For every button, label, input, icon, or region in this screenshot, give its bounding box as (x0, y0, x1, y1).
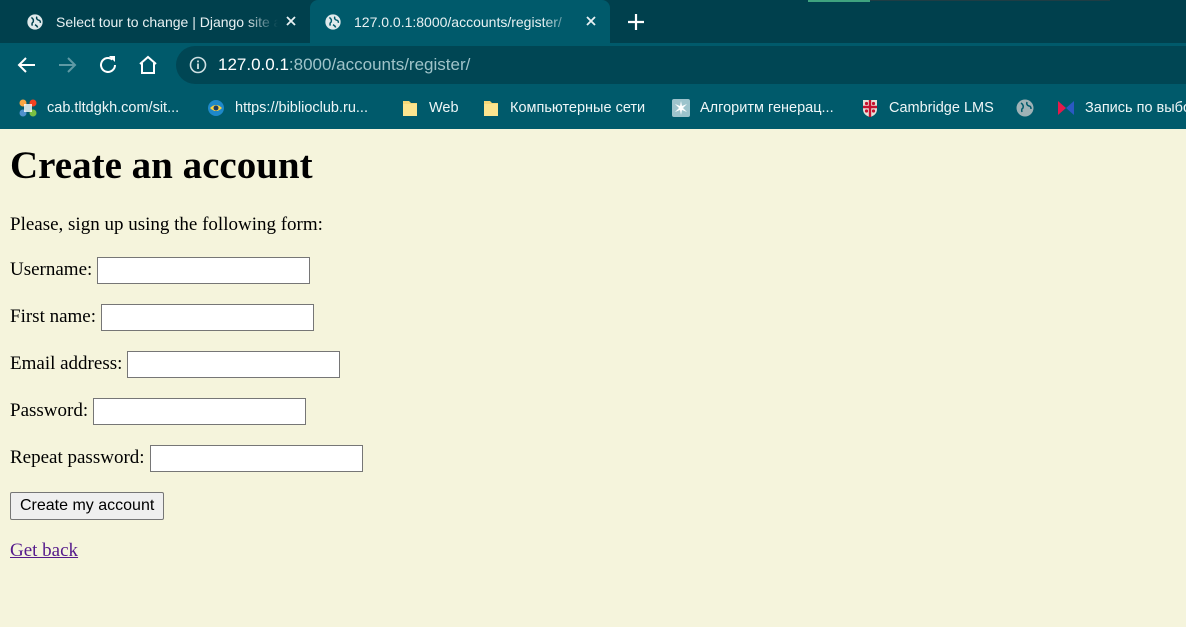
first-name-field[interactable] (101, 303, 315, 331)
tab-register[interactable]: 127.0.0.1:8000/accounts/register/ (310, 0, 610, 43)
home-icon[interactable] (136, 53, 160, 77)
username-field[interactable] (97, 256, 311, 284)
close-tab-icon[interactable] (282, 12, 300, 30)
first-name-label: First name: (10, 306, 97, 327)
tab-strip: Select tour to change | Django site admi… (0, 0, 1186, 43)
username-label: Username: (10, 259, 93, 280)
close-tab-icon[interactable] (582, 12, 600, 30)
new-tab-icon[interactable] (624, 10, 648, 34)
tab-title: Select tour to change | Django site admi… (56, 13, 278, 30)
email-label: Email address: (10, 353, 123, 374)
bookmark-label: https://biblioclub.ru... (235, 100, 368, 116)
globe-icon (325, 13, 341, 30)
bookmark-folder-web[interactable]: Web (400, 87, 459, 129)
get-back-link[interactable]: Get back (10, 540, 78, 562)
bookmark-cab[interactable]: cab.tltdgkh.com/sit... (18, 87, 179, 129)
submit-row: Create my account (10, 492, 1176, 520)
folder-icon (484, 101, 498, 116)
bookmark-label: Cambridge LMS (889, 100, 994, 116)
password-field[interactable] (93, 397, 307, 425)
tab-title: 127.0.0.1:8000/accounts/register/ (354, 13, 562, 30)
address-bar[interactable]: 127.0.0.1:8000/accounts/register/ (176, 46, 1186, 84)
bowtie-icon (1058, 101, 1074, 115)
browser-chrome: Select tour to change | Django site admi… (0, 0, 1186, 129)
repeat-password-field[interactable] (149, 444, 363, 472)
first-name-row: First name: (10, 303, 1176, 331)
bookmark-algorithm[interactable]: Алгоритм генерац... (671, 87, 834, 129)
email-field[interactable] (127, 350, 341, 378)
forward-arrow-icon[interactable] (55, 53, 79, 77)
page-title: Create an account (10, 144, 313, 187)
folder-icon (403, 101, 417, 116)
tab-django-admin[interactable]: Select tour to change | Django site admi… (14, 0, 310, 43)
repeat-password-row: Repeat password: (10, 444, 1176, 472)
bookmark-label: Web (429, 100, 459, 116)
site-icon (672, 99, 690, 117)
biblioclub-icon (208, 100, 224, 116)
password-label: Password: (10, 400, 89, 421)
back-arrow-icon[interactable] (15, 53, 39, 77)
bookmark-biblioclub[interactable]: https://biblioclub.ru... (206, 87, 368, 129)
page-content: Create an account Please, sign up using … (0, 129, 1186, 562)
bookmark-label: Алгоритм генерац... (700, 100, 834, 116)
tabstrip-accent (808, 0, 870, 2)
bookmarks-bar: cab.tltdgkh.com/sit... https://biblioclu… (0, 87, 1186, 129)
url-host: 127.0.0.1 (218, 55, 289, 74)
cambridge-icon (863, 100, 877, 117)
bookmark-label: Запись по выбору (1085, 100, 1186, 116)
reload-icon[interactable] (96, 53, 120, 77)
bookmark-zapis[interactable]: Запись по выбору (1056, 87, 1186, 129)
globe-icon (27, 13, 43, 30)
tabstrip-divider (870, 0, 1110, 1)
bookmark-cambridge[interactable]: Cambridge LMS (860, 87, 994, 129)
bookmark-globe[interactable] (1015, 87, 1044, 129)
username-row: Username: (10, 256, 1176, 284)
globe-icon (1016, 99, 1034, 117)
bookmark-folder-networks[interactable]: Компьютерные сети (481, 87, 645, 129)
joomla-icon (19, 99, 37, 117)
email-row: Email address: (10, 350, 1176, 378)
bookmark-label: cab.tltdgkh.com/sit... (47, 100, 180, 116)
url-path: :8000/accounts/register/ (288, 55, 471, 74)
navigation-bar: 127.0.0.1:8000/accounts/register/ (0, 43, 1186, 87)
intro-text: Please, sign up using the following form… (10, 214, 323, 235)
bookmark-label: Компьютерные сети (510, 100, 646, 116)
register-form: Username: First name: Email address: Pas… (10, 256, 1176, 520)
password-row: Password: (10, 397, 1176, 425)
create-account-button[interactable]: Create my account (10, 492, 165, 520)
repeat-password-label: Repeat password: (10, 447, 145, 468)
info-icon[interactable] (189, 56, 207, 74)
